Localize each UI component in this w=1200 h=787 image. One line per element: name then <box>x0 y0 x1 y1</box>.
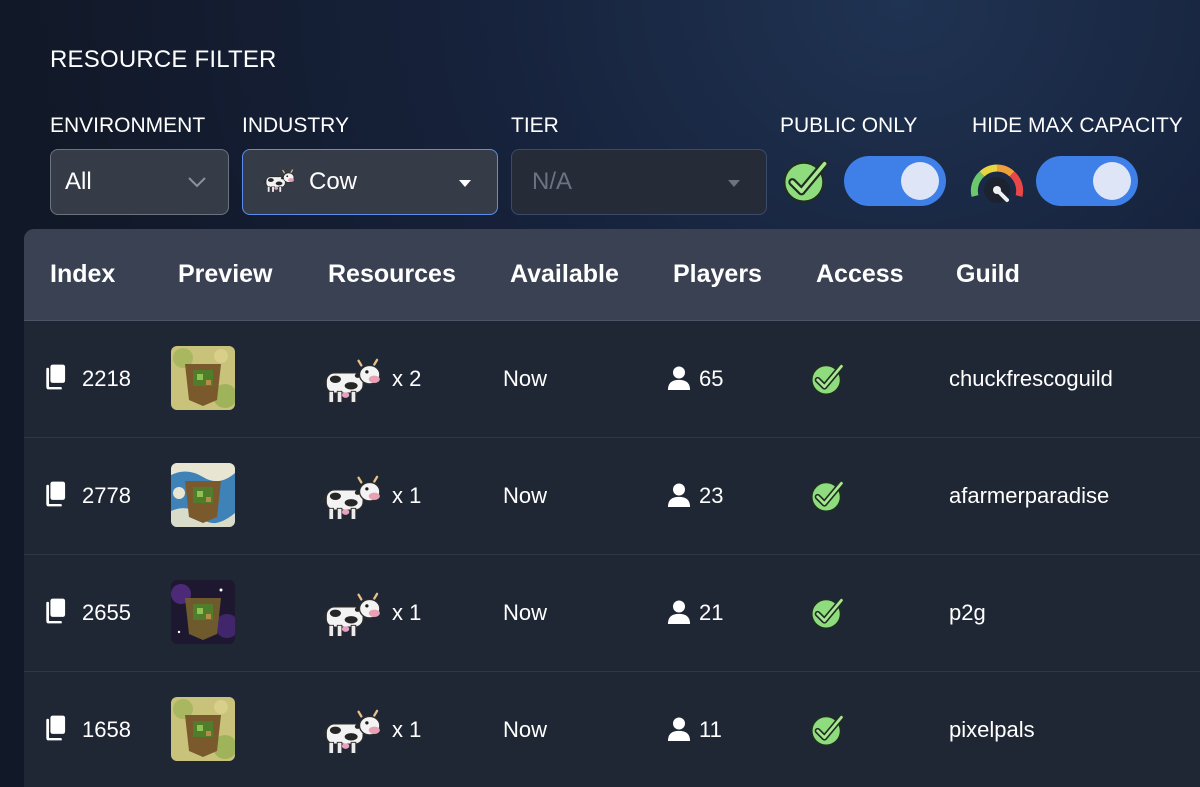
chevron-down-icon <box>188 177 206 188</box>
hide-max-capacity-label: HIDE MAX CAPACITY <box>972 114 1183 137</box>
table-row[interactable]: 2655 x 1 Now 21 p2g <box>24 554 1200 672</box>
row-index: 2655 <box>82 600 131 625</box>
available-status: Now <box>503 600 548 625</box>
resource-count: x 2 <box>392 366 422 391</box>
table-header: Index Preview Resources Available Player… <box>24 229 1200 321</box>
user-icon <box>667 600 691 624</box>
player-count: 11 <box>699 717 722 742</box>
row-index: 2778 <box>82 483 131 508</box>
preview-thumbnail[interactable] <box>171 463 235 527</box>
column-header-players[interactable]: Players <box>673 260 762 289</box>
resource-count: x 1 <box>392 717 422 742</box>
environment-value: All <box>65 168 92 195</box>
copy-icon[interactable] <box>44 597 66 624</box>
player-count: 21 <box>699 600 724 625</box>
user-icon <box>667 717 691 741</box>
preview-thumbnail[interactable] <box>171 580 235 644</box>
column-header-available[interactable]: Available <box>510 260 619 289</box>
copy-icon[interactable] <box>44 714 66 741</box>
caret-down-icon <box>459 180 471 187</box>
industry-value: Cow <box>309 168 358 195</box>
column-header-guild[interactable]: Guild <box>956 260 1020 289</box>
player-count: 65 <box>699 366 724 391</box>
cow-icon <box>263 169 297 195</box>
cow-icon <box>320 709 386 759</box>
table-row[interactable]: 2778 x 1 Now 23 afarmerparadise <box>24 437 1200 555</box>
industry-select[interactable]: Cow <box>242 149 498 215</box>
row-index: 1658 <box>82 717 131 742</box>
copy-icon[interactable] <box>44 363 66 390</box>
hide-max-capacity-toggle[interactable] <box>1036 156 1138 206</box>
toggle-knob <box>1093 162 1131 200</box>
preview-thumbnail[interactable] <box>171 697 235 761</box>
check-icon <box>782 158 828 204</box>
check-icon <box>810 479 844 513</box>
table-row[interactable]: 1658 x 1 Now 11 pixelpals <box>24 671 1200 787</box>
industry-label: INDUSTRY <box>242 114 349 137</box>
row-index: 2218 <box>82 366 131 391</box>
resource-count: x 1 <box>392 483 422 508</box>
cow-icon <box>320 475 386 525</box>
column-header-preview[interactable]: Preview <box>178 260 273 289</box>
user-icon <box>667 366 691 390</box>
preview-thumbnail[interactable] <box>171 346 235 410</box>
check-icon <box>810 596 844 630</box>
public-only-toggle[interactable] <box>844 156 946 206</box>
table-row[interactable]: 2218 x 2 Now 65 chuckfrescoguild <box>24 320 1200 438</box>
available-status: Now <box>503 366 548 391</box>
user-icon <box>667 483 691 507</box>
gauge-icon <box>970 160 1024 204</box>
column-header-access[interactable]: Access <box>816 260 904 289</box>
column-header-index[interactable]: Index <box>50 260 115 289</box>
tier-select[interactable]: N/A <box>511 149 767 215</box>
environment-label: ENVIRONMENT <box>50 114 206 137</box>
check-icon <box>810 713 844 747</box>
available-status: Now <box>503 717 548 742</box>
environment-select[interactable]: All <box>50 149 229 215</box>
cow-icon <box>320 592 386 642</box>
guild-name[interactable]: afarmerparadise <box>949 483 1109 509</box>
check-icon <box>810 362 844 396</box>
tier-label: TIER <box>511 114 559 137</box>
available-status: Now <box>503 483 548 508</box>
column-header-resources[interactable]: Resources <box>328 260 456 289</box>
resource-count: x 1 <box>392 600 422 625</box>
public-only-label: PUBLIC ONLY <box>780 114 918 137</box>
guild-name[interactable]: pixelpals <box>949 717 1035 743</box>
cow-icon <box>320 358 386 408</box>
player-count: 23 <box>699 483 724 508</box>
resource-table: Index Preview Resources Available Player… <box>24 229 1200 787</box>
guild-name[interactable]: chuckfrescoguild <box>949 366 1113 392</box>
guild-name[interactable]: p2g <box>949 600 986 626</box>
copy-icon[interactable] <box>44 480 66 507</box>
caret-down-icon <box>728 180 740 187</box>
filter-title: RESOURCE FILTER <box>50 46 277 73</box>
toggle-knob <box>901 162 939 200</box>
tier-value: N/A <box>532 168 573 195</box>
